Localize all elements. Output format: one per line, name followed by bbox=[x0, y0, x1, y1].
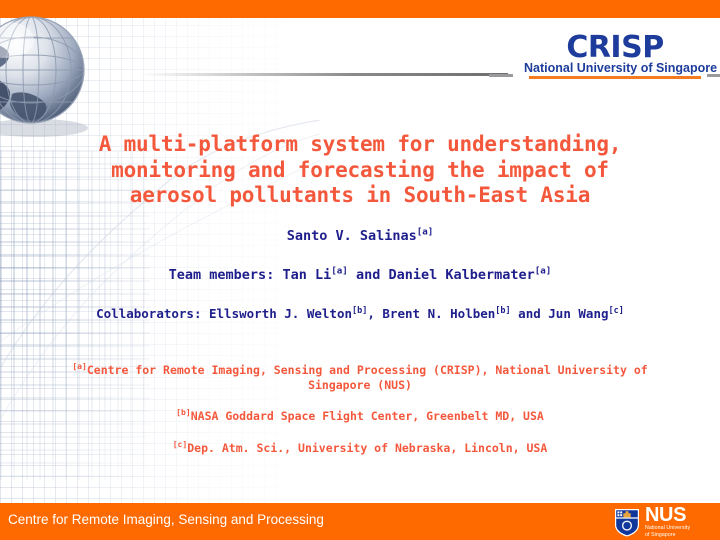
footer-label: Centre for Remote Imaging, Sensing and P… bbox=[8, 512, 324, 527]
nus-abbreviation: NUS bbox=[645, 504, 687, 527]
crisp-logo-underline bbox=[529, 76, 701, 79]
nus-fullname-line-1: National University bbox=[645, 525, 691, 532]
collaborator-3: and Jun Wang bbox=[510, 306, 609, 321]
slide-title-line-3: aerosol pollutants in South-East Asia bbox=[129, 183, 591, 207]
presentation-slide: CRISP National University of Singapore A… bbox=[0, 0, 720, 540]
slide-title-line-2: monitoring and forecasting the impact of bbox=[111, 157, 609, 182]
collaborators-label: Collaborators: bbox=[96, 306, 202, 321]
crisp-logo-subtitle: National University of Singapore bbox=[524, 61, 718, 75]
affiliation-item: [a]Centre for Remote Imaging, Sensing an… bbox=[40, 363, 680, 392]
affiliation-text-c: Dep. Atm. Sci., University of Nebraska, … bbox=[187, 440, 548, 455]
collaborator-1-affiliation-mark: [b] bbox=[352, 305, 368, 316]
team-member-1: Tan Li bbox=[274, 267, 332, 283]
slide-title: A multi-platform system for understandin… bbox=[42, 132, 678, 209]
team-member-2-affiliation-mark: [a] bbox=[534, 265, 552, 277]
crisp-logo: CRISP National University of Singapore bbox=[524, 30, 718, 83]
collaborator-2-affiliation-mark: [b] bbox=[495, 305, 511, 316]
collaborator-2: , Brent N. Holben bbox=[367, 306, 496, 321]
crisp-wordmark: CRISP bbox=[566, 30, 664, 65]
team-members-line: Team members: Tan Li[a] and Daniel Kalbe… bbox=[24, 265, 696, 283]
affiliation-block: [a]Centre for Remote Imaging, Sensing an… bbox=[40, 363, 680, 455]
header-divider-line bbox=[140, 73, 508, 76]
affiliation-text-a: Centre for Remote Imaging, Sensing and P… bbox=[86, 363, 648, 392]
slide-title-line-1: A multi-platform system for understandin… bbox=[98, 132, 622, 156]
team-member-2: and Daniel Kalbermater bbox=[347, 267, 535, 283]
top-orange-band bbox=[0, 0, 720, 18]
affiliation-mark-a: [a] bbox=[72, 362, 87, 372]
header-dash-left bbox=[489, 74, 513, 77]
lead-author-name: Santo V. Salinas bbox=[286, 228, 417, 244]
nus-footer-logo: NUS National University of Singapore bbox=[613, 504, 715, 538]
affiliation-item: [c]Dep. Atm. Sci., University of Nebrask… bbox=[40, 439, 680, 456]
lead-author-affiliation-mark: [a] bbox=[416, 226, 434, 238]
nus-crest-icon bbox=[615, 509, 639, 537]
collaborators-line: Collaborators: Ellsworth J. Welton[b], B… bbox=[24, 306, 696, 322]
affiliation-mark-c: [c] bbox=[172, 439, 188, 449]
collaborator-1: Ellsworth J. Welton bbox=[201, 306, 352, 321]
nus-fullname-line-2: of Singapore bbox=[645, 531, 676, 538]
affiliation-item: [b]NASA Goddard Space Flight Center, Gre… bbox=[40, 409, 680, 424]
nus-footer-text: NUS National University of Singapore bbox=[645, 504, 691, 538]
team-members-label: Team members: bbox=[168, 267, 275, 283]
author-block: Santo V. Salinas[a] Team members: Tan Li… bbox=[24, 226, 696, 322]
affiliation-text-b: NASA Goddard Space Flight Center, Greenb… bbox=[190, 409, 544, 423]
team-member-1-affiliation-mark: [a] bbox=[331, 265, 348, 277]
affiliation-mark-b: [b] bbox=[176, 408, 191, 418]
globe-graphic bbox=[0, 12, 106, 137]
lead-author-line: Santo V. Salinas[a] bbox=[24, 226, 696, 244]
collaborator-3-affiliation-mark: [c] bbox=[608, 305, 624, 316]
